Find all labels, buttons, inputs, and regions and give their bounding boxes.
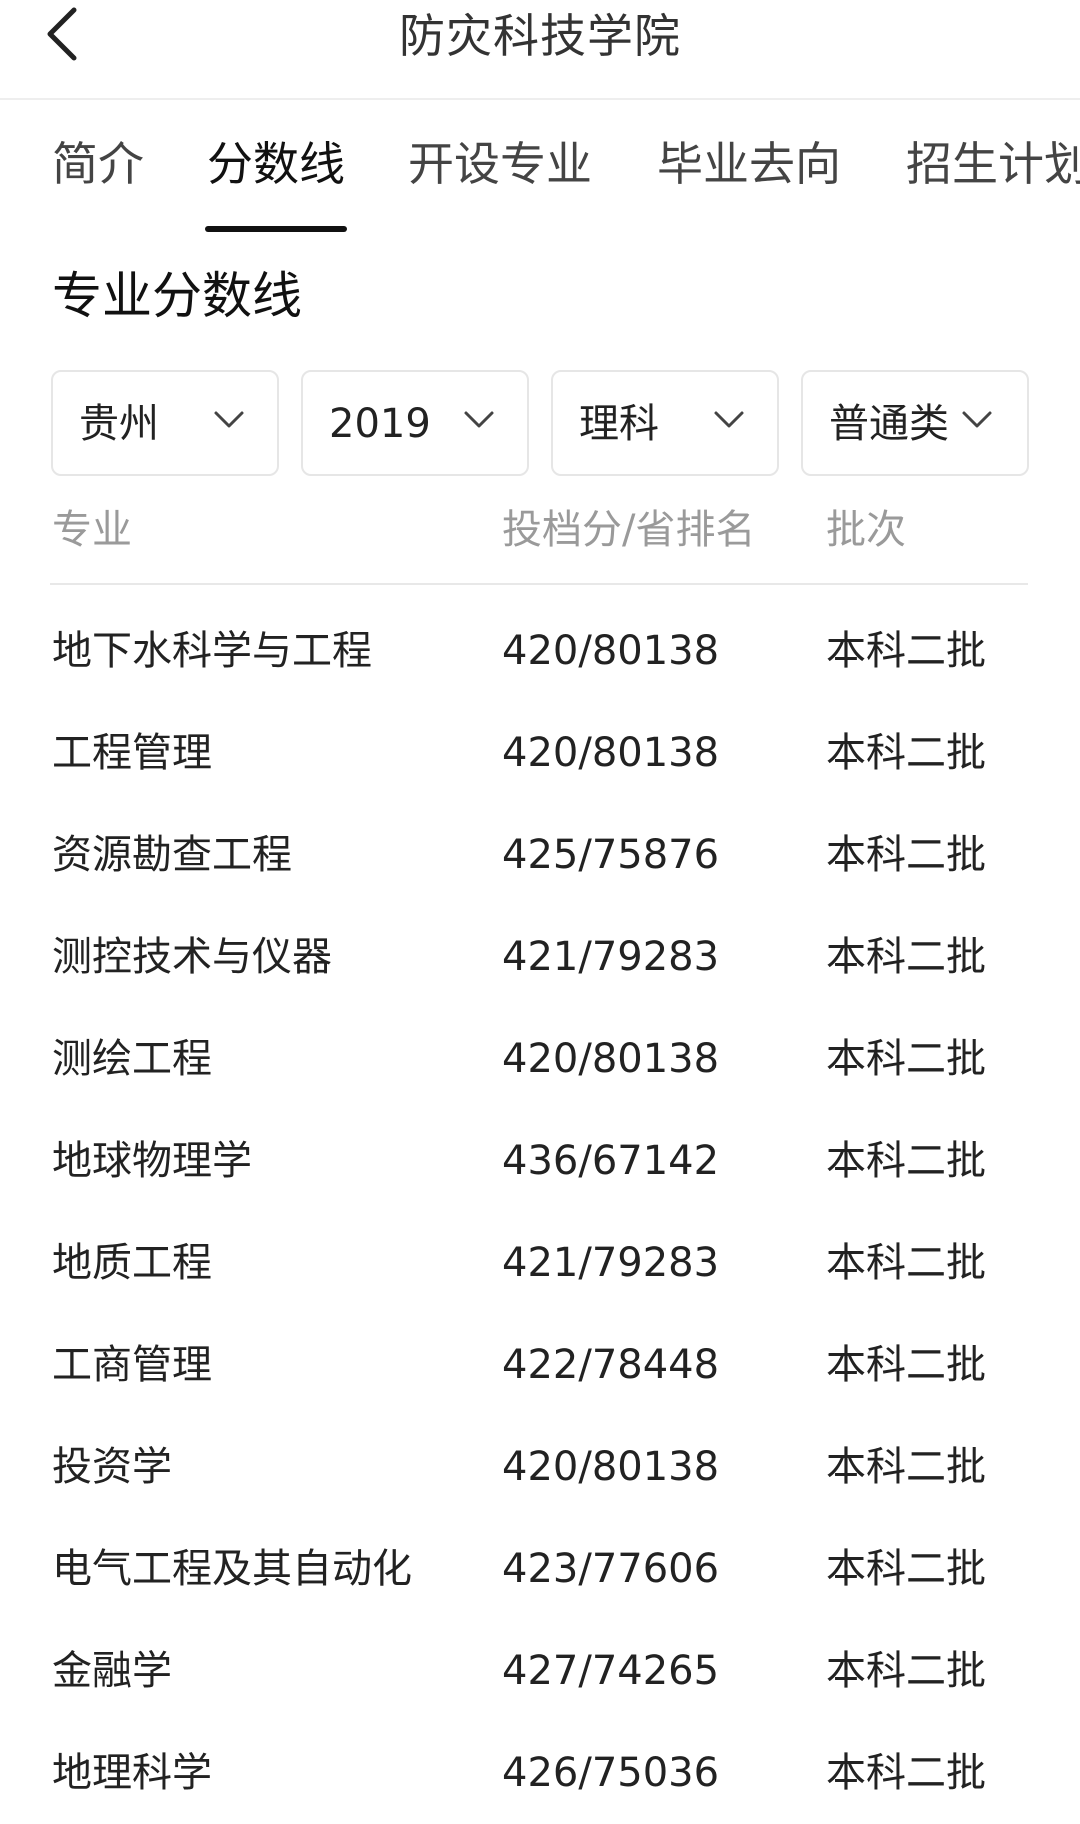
year-select[interactable]: 2019 (301, 370, 529, 476)
batch-cell: 本科二批 (826, 730, 986, 776)
table-row: 电气工程及其自动化 423/77606 本科二批 (0, 1518, 1080, 1620)
score-rank-cell: 421/79283 (502, 1240, 720, 1286)
batch-cell: 本科二批 (826, 832, 986, 878)
major-cell: 金融学 (52, 1648, 172, 1694)
batch-cell: 本科二批 (826, 1750, 986, 1796)
table-row: 地理科学 426/75036 本科二批 (0, 1722, 1080, 1824)
table-row: 地质工程 421/79283 本科二批 (0, 1212, 1080, 1314)
table-row: 工程管理 420/80138 本科二批 (0, 702, 1080, 804)
major-cell: 地质工程 (52, 1240, 212, 1286)
tab-graduation[interactable]: 毕业去向 (657, 134, 841, 194)
score-rank-cell: 420/80138 (502, 730, 720, 776)
active-tab-indicator (205, 226, 347, 232)
tab-majors[interactable]: 开设专业 (408, 134, 592, 194)
tab-intro[interactable]: 简介 (52, 134, 144, 194)
table-row: 地下水科学与工程 420/80138 本科二批 (0, 600, 1080, 702)
major-cell: 地理科学 (52, 1750, 212, 1796)
score-rank-cell: 421/79283 (502, 934, 720, 980)
batch-cell: 本科二批 (826, 1648, 986, 1694)
chevron-down-icon (464, 411, 494, 428)
chevron-down-icon (962, 411, 992, 428)
header-bar: 防灾科技学院 (0, 0, 1080, 100)
province-select[interactable]: 贵州 (51, 370, 279, 476)
table-divider (50, 583, 1028, 585)
score-rank-cell: 420/80138 (502, 1036, 720, 1082)
batch-cell: 本科二批 (826, 1138, 986, 1184)
batch-cell: 本科二批 (826, 628, 986, 674)
column-header-batch: 批次 (826, 507, 906, 553)
table-row: 投资学 420/80138 本科二批 (0, 1416, 1080, 1518)
score-rank-cell: 420/80138 (502, 1444, 720, 1490)
batch-cell: 本科二批 (826, 934, 986, 980)
batch-cell: 本科二批 (826, 1240, 986, 1286)
score-table: 地下水科学与工程 420/80138 本科二批 工程管理 420/80138 本… (0, 600, 1080, 1824)
category-select-value: 普通类 (829, 401, 949, 447)
score-rank-cell: 423/77606 (502, 1546, 720, 1592)
score-rank-cell: 425/75876 (502, 832, 720, 878)
year-select-value: 2019 (329, 401, 431, 447)
table-row: 测绘工程 420/80138 本科二批 (0, 1008, 1080, 1110)
major-cell: 资源勘查工程 (52, 832, 292, 878)
score-rank-cell: 422/78448 (502, 1342, 720, 1388)
score-rank-cell: 427/74265 (502, 1648, 720, 1694)
major-cell: 工商管理 (52, 1342, 212, 1388)
tab-bar: 简介 分数线 开设专业 毕业去向 招生计划 (0, 100, 1080, 240)
tab-scores[interactable]: 分数线 (207, 134, 345, 194)
column-header-score-rank: 投档分/省排名 (502, 507, 756, 553)
chevron-down-icon (714, 411, 744, 428)
subject-select-value: 理科 (579, 401, 659, 447)
chevron-down-icon (214, 411, 244, 428)
major-cell: 地下水科学与工程 (52, 628, 372, 674)
page-title: 防灾科技学院 (399, 9, 681, 63)
table-header: 专业 投档分/省排名 批次 (0, 500, 1080, 560)
table-row: 地球物理学 436/67142 本科二批 (0, 1110, 1080, 1212)
major-cell: 测绘工程 (52, 1036, 212, 1082)
subject-select[interactable]: 理科 (551, 370, 779, 476)
score-rank-cell: 426/75036 (502, 1750, 720, 1796)
tab-enrollment-plan[interactable]: 招生计划 (906, 134, 1080, 194)
batch-cell: 本科二批 (826, 1444, 986, 1490)
batch-cell: 本科二批 (826, 1342, 986, 1388)
batch-cell: 本科二批 (826, 1546, 986, 1592)
column-header-major: 专业 (52, 507, 132, 553)
province-select-value: 贵州 (79, 401, 159, 447)
batch-cell: 本科二批 (826, 1036, 986, 1082)
category-select[interactable]: 普通类 (801, 370, 1029, 476)
score-rank-cell: 436/67142 (502, 1138, 720, 1184)
table-row: 金融学 427/74265 本科二批 (0, 1620, 1080, 1722)
major-cell: 地球物理学 (52, 1138, 252, 1184)
table-row: 资源勘查工程 425/75876 本科二批 (0, 804, 1080, 906)
section-title: 专业分数线 (52, 267, 302, 325)
table-row: 测控技术与仪器 421/79283 本科二批 (0, 906, 1080, 1008)
table-row: 工商管理 422/78448 本科二批 (0, 1314, 1080, 1416)
major-cell: 测控技术与仪器 (52, 934, 332, 980)
major-cell: 工程管理 (52, 730, 212, 776)
major-cell: 投资学 (52, 1444, 172, 1490)
score-rank-cell: 420/80138 (502, 628, 720, 674)
major-cell: 电气工程及其自动化 (52, 1546, 412, 1592)
